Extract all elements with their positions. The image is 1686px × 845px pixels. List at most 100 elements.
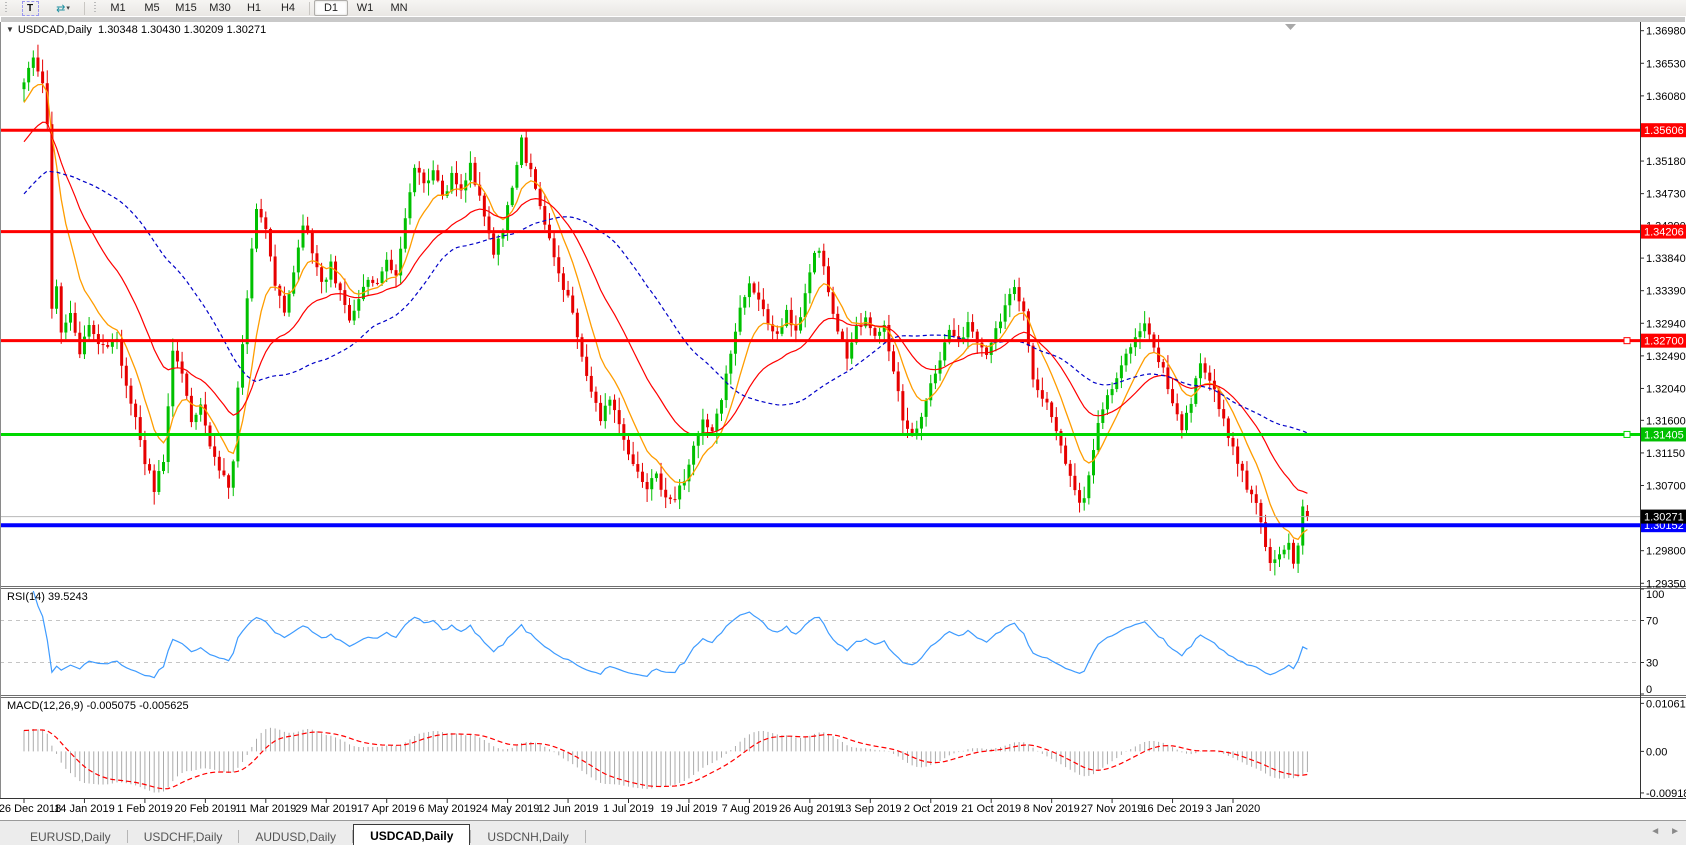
- candle-body: [273, 256, 277, 286]
- candle-body: [692, 445, 696, 465]
- timeframe-button-w1[interactable]: W1: [348, 0, 382, 16]
- candle-body: [138, 417, 142, 441]
- tab-scroll-arrows: ◄ ►: [1650, 826, 1680, 837]
- candle-body: [315, 253, 319, 268]
- candle-body: [1296, 545, 1300, 564]
- date-tick-label: 1 Jul 2019: [603, 803, 654, 815]
- candle-body: [636, 464, 640, 472]
- candle-body: [999, 321, 1002, 329]
- rsi-scale-label: 0: [1646, 684, 1652, 696]
- timeframe-button-m1[interactable]: M1: [101, 0, 135, 16]
- candle-body: [301, 225, 305, 248]
- tab-usdcad-daily[interactable]: USDCAD,Daily: [353, 824, 471, 845]
- periodicity-button[interactable]: ⇄ ▾: [46, 0, 80, 16]
- date-tick-label: 21 Oct 2019: [961, 803, 1021, 815]
- tab-audusd-daily[interactable]: AUDUSD,Daily: [239, 827, 352, 845]
- tab-separator: [584, 829, 586, 843]
- tab-usdcnh-daily[interactable]: USDCNH,Daily: [471, 827, 584, 845]
- candle-body: [1268, 546, 1272, 563]
- rsi-pane[interactable]: [0, 589, 1640, 694]
- timeframe-button-mn[interactable]: MN: [382, 0, 416, 16]
- timeframe-button-m15[interactable]: M15: [169, 0, 203, 16]
- candle-body: [613, 399, 617, 411]
- candle-body: [422, 172, 426, 184]
- price-tick-label: 1.32940: [1646, 318, 1686, 330]
- candle-body: [599, 402, 603, 422]
- candle-body: [668, 497, 672, 500]
- candle-body: [348, 304, 351, 321]
- candle-body: [482, 195, 486, 217]
- candle-body: [664, 489, 668, 498]
- tab-scroll-right-icon[interactable]: ►: [1670, 826, 1680, 837]
- price-tick-label: 1.36530: [1646, 58, 1686, 70]
- candle-body: [617, 410, 621, 425]
- candle-body: [1198, 363, 1202, 379]
- candle-body: [78, 332, 82, 355]
- candle-body: [1147, 323, 1151, 335]
- candle-body: [180, 361, 184, 374]
- text-tool-button[interactable]: T: [12, 0, 46, 16]
- candle-body: [241, 344, 245, 388]
- current-price-label: 1.30271: [1644, 512, 1684, 524]
- timeframe-button-m30[interactable]: M30: [203, 0, 237, 16]
- candle-body: [813, 252, 816, 273]
- chart-window[interactable]: 1.36980 1.36530 1.36080 1.35180 1.34730 1.342…: [0, 16, 1686, 820]
- candle-body: [943, 342, 947, 361]
- timeframe-button-h4[interactable]: H4: [271, 0, 305, 16]
- level-price-label: 1.35606: [1644, 125, 1684, 137]
- hline-handle[interactable]: [1623, 430, 1631, 438]
- chart-tab-bar: EURUSD,Daily USDCHF,Daily AUDUSD,Daily USDC…: [0, 820, 1686, 845]
- candle-body: [87, 324, 91, 337]
- candle-body: [371, 279, 375, 283]
- date-tick-label: 29 Mar 2019: [295, 803, 357, 815]
- price-tick-label: 1.29800: [1646, 546, 1686, 558]
- candle-body: [450, 172, 454, 192]
- candle-body: [175, 350, 179, 362]
- candle-body: [868, 317, 872, 329]
- candle-body: [203, 404, 207, 426]
- hline-handle[interactable]: [1623, 337, 1631, 345]
- candle-body: [506, 205, 510, 232]
- candle-body: [608, 399, 612, 406]
- candle-body: [1161, 362, 1165, 368]
- candle-body: [896, 371, 900, 392]
- candle-body: [1129, 347, 1133, 354]
- candle-body: [627, 439, 630, 455]
- candle-body: [1171, 389, 1175, 404]
- candle-body: [157, 471, 161, 492]
- candle-body: [380, 271, 384, 284]
- toolbar-grip[interactable]: [93, 2, 98, 14]
- candle-body: [840, 331, 844, 340]
- candle-body: [255, 208, 258, 249]
- price-tick-label: 1.36080: [1646, 91, 1686, 103]
- candle-body: [1166, 367, 1170, 390]
- candle-body: [171, 350, 175, 407]
- candle-body: [822, 250, 826, 267]
- date-tick-label: 1 Feb 2019: [117, 803, 173, 815]
- chart-canvas[interactable]: 1.36980 1.36530 1.36080 1.35180 1.34730 1.342…: [0, 16, 1686, 820]
- timeframe-button-m5[interactable]: M5: [135, 0, 169, 16]
- level-price-label: 1.32700: [1644, 336, 1684, 348]
- timeframe-button-d1[interactable]: D1: [314, 0, 348, 16]
- macd-scale-label: 0.010615: [1646, 698, 1686, 710]
- candle-body: [324, 279, 328, 282]
- tab-scroll-left-icon[interactable]: ◄: [1650, 826, 1660, 837]
- candle-body: [752, 283, 756, 293]
- candle-body: [1175, 403, 1179, 415]
- tab-usdchf-daily[interactable]: USDCHF,Daily: [128, 827, 239, 845]
- candle-body: [673, 499, 677, 501]
- level-price-label: 1.31405: [1644, 429, 1684, 441]
- candle-body: [1003, 305, 1007, 322]
- chart-top-scrollbar[interactable]: [1, 17, 1685, 22]
- candle-body: [36, 57, 40, 72]
- timeframe-buttons: M1 M5 M15 M30 H1 H4 D1 W1 MN: [101, 0, 416, 16]
- tab-eurusd-daily[interactable]: EURUSD,Daily: [14, 827, 127, 845]
- timeframe-button-h1[interactable]: H1: [237, 0, 271, 16]
- candle-body: [1092, 450, 1095, 476]
- candle-body: [231, 461, 235, 488]
- candle-body: [1124, 353, 1128, 366]
- toolbar-grip[interactable]: [4, 2, 9, 14]
- candle-body: [515, 165, 519, 188]
- macd-pane[interactable]: [0, 698, 1640, 798]
- candle-body: [468, 162, 472, 181]
